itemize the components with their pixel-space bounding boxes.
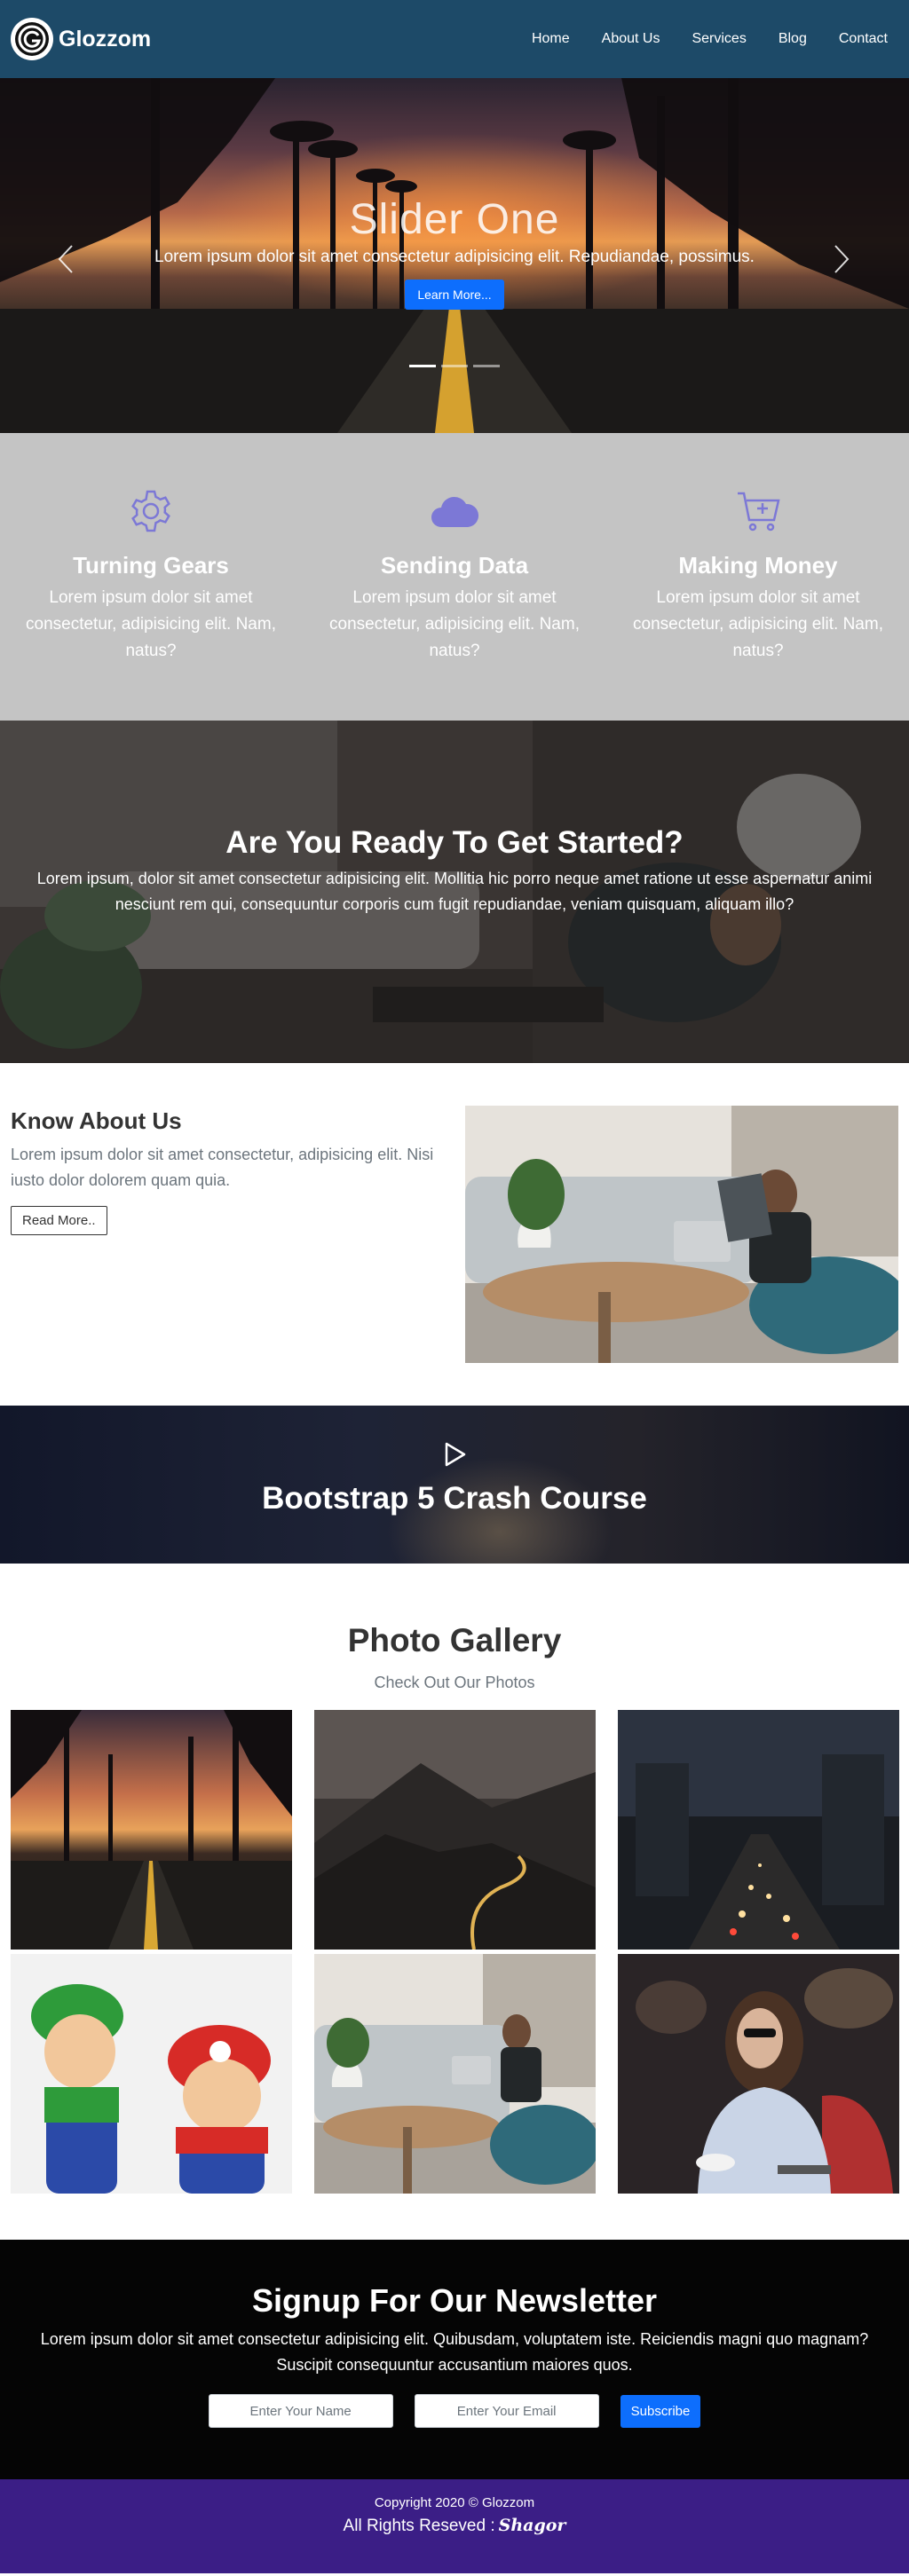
get-started-title: Are You Ready To Get Started? bbox=[225, 825, 684, 860]
gallery-photo-1[interactable] bbox=[11, 1710, 292, 1950]
newsletter-text: Lorem ipsum dolor sit amet consectetur a… bbox=[40, 2330, 869, 2374]
feature-title: Sending Data bbox=[380, 552, 529, 579]
feature-turning-gears: Turning Gears Lorem ipsum dolor sit amet… bbox=[11, 488, 291, 721]
hero-title: Slider One bbox=[349, 196, 560, 243]
about-text: Lorem ipsum dolor sit amet consectetur, … bbox=[11, 1146, 434, 1189]
carousel-indicator-1[interactable] bbox=[409, 365, 436, 367]
nav-link-services[interactable]: Services bbox=[692, 31, 746, 47]
gallery-photo-5[interactable] bbox=[314, 1954, 596, 2194]
navbar: Glozzom Home About Us Services Blog Cont… bbox=[0, 0, 909, 78]
cloud-icon bbox=[314, 488, 595, 534]
feature-title: Making Money bbox=[678, 552, 838, 579]
feature-sending-data: Sending Data Lorem ipsum dolor sit amet … bbox=[314, 488, 595, 721]
nav-link-contact[interactable]: Contact bbox=[839, 31, 888, 47]
footer: Copyright 2020 © Glozzom All Rights Rese… bbox=[0, 2479, 909, 2573]
read-more-button[interactable]: Read More.. bbox=[11, 1206, 107, 1235]
learn-more-button[interactable]: Learn More... bbox=[405, 280, 504, 310]
nav-links: Home About Us Services Blog Contact bbox=[532, 31, 888, 47]
brand-logo-icon bbox=[11, 18, 53, 60]
nav-link-home[interactable]: Home bbox=[532, 31, 570, 47]
brand[interactable]: Glozzom bbox=[11, 18, 151, 60]
features-section: Turning Gears Lorem ipsum dolor sit amet… bbox=[0, 433, 909, 721]
hero-carousel: Slider One Lorem ipsum dolor sit amet co… bbox=[0, 78, 909, 433]
email-input[interactable] bbox=[414, 2394, 599, 2428]
about-content: Know About Us Lorem ipsum dolor sit amet… bbox=[11, 1106, 454, 1406]
get-started-content: Are You Ready To Get Started? Lorem ipsu… bbox=[0, 825, 909, 918]
about-section: Know About Us Lorem ipsum dolor sit amet… bbox=[0, 1063, 909, 1406]
footer-rights: All Rights Reseved : Shagor bbox=[0, 2516, 909, 2536]
feature-text: Lorem ipsum dolor sit amet consectetur, … bbox=[329, 588, 580, 660]
video-title: Bootstrap 5 Crash Course bbox=[262, 1481, 647, 1516]
hero-text: Lorem ipsum dolor sit amet consectetur a… bbox=[154, 248, 755, 266]
feature-text: Lorem ipsum dolor sit amet consectetur, … bbox=[26, 588, 276, 660]
carousel-indicators bbox=[0, 365, 909, 367]
gallery-photo-4[interactable] bbox=[11, 1954, 292, 2194]
name-input[interactable] bbox=[208, 2394, 393, 2428]
about-title: Know About Us bbox=[11, 1107, 182, 1134]
footer-author: Shagor bbox=[498, 2516, 566, 2535]
brand-name: Glozzom bbox=[59, 26, 152, 51]
gallery-subtitle: Check Out Our Photos bbox=[374, 1674, 535, 1691]
cart-plus-icon bbox=[618, 488, 898, 534]
newsletter-form: Subscribe bbox=[14, 2394, 895, 2428]
get-started-section: Are You Ready To Get Started? Lorem ipsu… bbox=[0, 721, 909, 1063]
hero-caption: Slider One Lorem ipsum dolor sit amet co… bbox=[0, 195, 909, 310]
gallery-grid bbox=[11, 1710, 899, 2194]
carousel-indicator-3[interactable] bbox=[473, 365, 500, 367]
feature-text: Lorem ipsum dolor sit amet consectetur, … bbox=[633, 588, 883, 660]
video-content: Bootstrap 5 Crash Course bbox=[0, 1441, 909, 1516]
gallery-section: Photo Gallery Check Out Our Photos bbox=[0, 1564, 909, 2240]
feature-title: Turning Gears bbox=[73, 552, 229, 579]
footer-rights-text: All Rights Reseved : bbox=[343, 2517, 495, 2535]
subscribe-button[interactable]: Subscribe bbox=[620, 2394, 701, 2428]
gallery-photo-6[interactable] bbox=[618, 1954, 899, 2194]
nav-link-blog[interactable]: Blog bbox=[779, 31, 807, 47]
newsletter-section: Signup For Our Newsletter Lorem ipsum do… bbox=[0, 2240, 909, 2479]
play-icon[interactable] bbox=[0, 1441, 909, 1472]
video-section: Bootstrap 5 Crash Course bbox=[0, 1406, 909, 1564]
footer-copyright: Copyright 2020 © Glozzom bbox=[374, 2495, 535, 2510]
carousel-indicator-2[interactable] bbox=[441, 365, 468, 367]
feature-making-money: Making Money Lorem ipsum dolor sit amet … bbox=[618, 488, 898, 721]
gallery-photo-2[interactable] bbox=[314, 1710, 596, 1950]
newsletter-title: Signup For Our Newsletter bbox=[251, 2282, 658, 2319]
gallery-photo-3[interactable] bbox=[618, 1710, 899, 1950]
nav-link-about[interactable]: About Us bbox=[602, 31, 660, 47]
gallery-title: Photo Gallery bbox=[347, 1622, 562, 1658]
about-image bbox=[465, 1106, 898, 1363]
gear-icon bbox=[11, 488, 291, 534]
get-started-text: Lorem ipsum, dolor sit amet consectetur … bbox=[36, 870, 873, 913]
